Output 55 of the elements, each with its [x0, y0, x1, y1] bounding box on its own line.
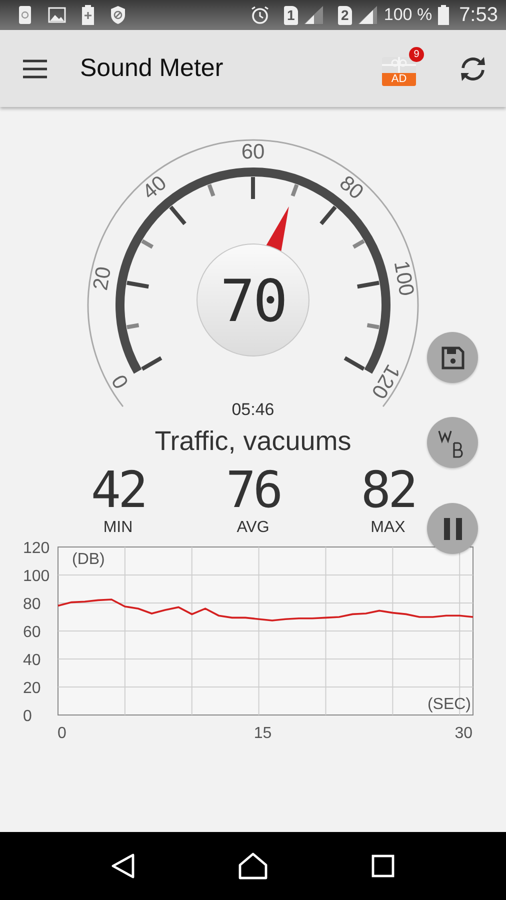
x-tick-label: 0 — [58, 725, 66, 742]
battery-plus-icon — [82, 5, 94, 25]
pause-icon — [442, 518, 462, 540]
scale-label: 60 — [241, 140, 265, 164]
scale-label: 40 — [138, 172, 172, 204]
pause-button[interactable] — [427, 503, 478, 554]
y-axis-label: (DB) — [72, 551, 105, 568]
y-tick-label: 40 — [23, 652, 41, 669]
menu-icon — [22, 58, 48, 78]
back-icon — [111, 853, 136, 879]
x-tick-label: 15 — [254, 725, 272, 742]
stat-label: MAX — [370, 519, 406, 537]
stat-value: 76 — [226, 465, 280, 515]
signal-icon — [358, 6, 378, 24]
app-title: Sound Meter — [80, 54, 224, 83]
phone-icon — [18, 5, 32, 25]
scale-label: 0 — [108, 370, 134, 392]
refresh-icon — [458, 54, 488, 82]
shield-icon — [110, 5, 126, 25]
stat-value: 82 — [360, 465, 416, 515]
y-tick-label: 60 — [23, 624, 41, 641]
battery-percent: 100 % — [384, 5, 432, 25]
y-tick-label: 100 — [23, 568, 50, 585]
recents-icon — [370, 854, 395, 878]
alarm-icon — [250, 5, 270, 25]
ad-label: AD — [382, 73, 416, 86]
x-tick-label: 30 — [454, 725, 472, 742]
wb-button[interactable] — [427, 417, 478, 468]
battery-icon — [438, 5, 450, 25]
clock: 7:53 — [459, 4, 498, 26]
y-tick-label: 120 — [23, 540, 50, 557]
stat-value: 42 — [90, 465, 146, 515]
elapsed-time: 05:46 — [232, 400, 274, 420]
image-icon — [48, 7, 66, 23]
ad-button[interactable]: AD 9 — [382, 47, 424, 86]
scale-label: 120 — [366, 360, 404, 402]
y-tick-label: 80 — [23, 596, 41, 613]
scale-label: 80 — [334, 172, 368, 204]
stat-label: MIN — [103, 519, 133, 537]
sim-icon: 2 — [338, 6, 352, 24]
gauge-reading: 70 — [220, 267, 286, 335]
gift-icon — [382, 57, 416, 73]
y-tick-label: 0 — [23, 708, 32, 725]
signal-icon — [304, 6, 324, 24]
stat-label: AVG — [236, 519, 270, 537]
sim-icon: 1 — [284, 6, 298, 24]
noise-description: Traffic, vacuums — [154, 426, 352, 457]
notification-badge: 9 — [409, 47, 424, 62]
y-tick-label: 20 — [23, 680, 41, 697]
save-icon — [440, 346, 464, 370]
x-axis-label: (SEC) — [427, 696, 471, 713]
scale-label: 20 — [89, 264, 116, 292]
scale-label: 100 — [389, 259, 418, 298]
home-icon — [238, 852, 268, 880]
save-button[interactable] — [427, 332, 478, 383]
